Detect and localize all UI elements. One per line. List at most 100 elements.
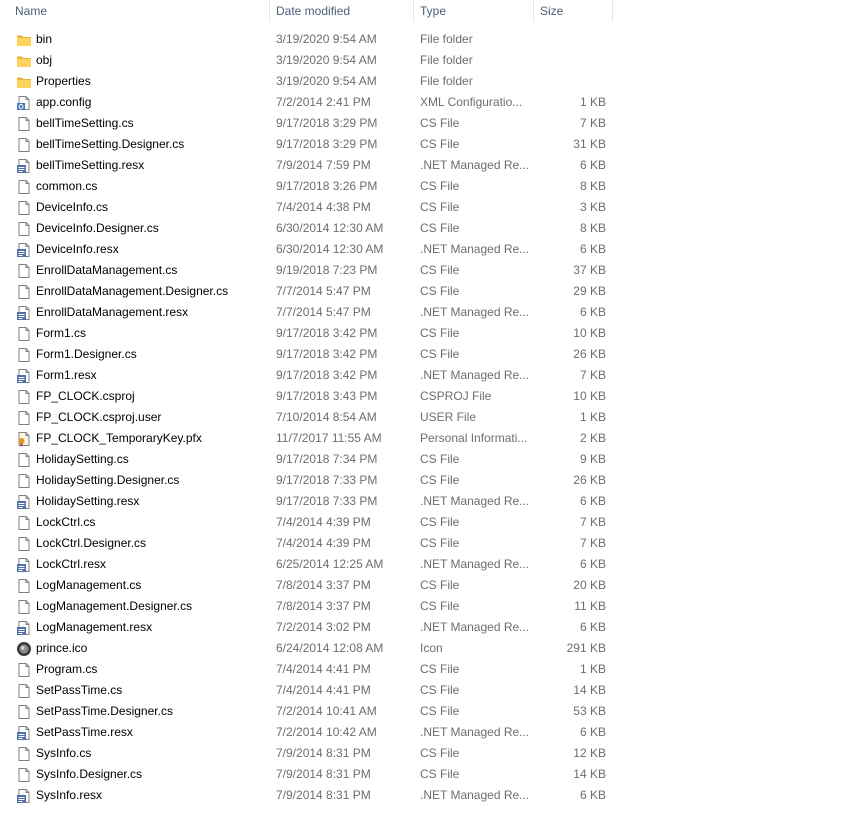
- file-type: CS File: [420, 452, 460, 466]
- file-name: EnrollDataManagement.resx: [36, 305, 189, 319]
- file-type: .NET Managed Re...: [420, 368, 528, 382]
- file-size: 26 KB: [573, 473, 606, 487]
- resx-file-icon: [16, 158, 32, 174]
- file-name: LockCtrl.resx: [36, 557, 107, 571]
- file-date-modified: 9/17/2018 3:43 PM: [276, 389, 378, 403]
- document-icon: [16, 599, 32, 615]
- file-row[interactable]: Form1.cs 9/17/2018 3:42 PM CS File 10 KB: [0, 323, 614, 344]
- file-row[interactable]: LogManagement.cs 7/8/2014 3:37 PM CS File 2…: [0, 575, 614, 596]
- file-type: CS File: [420, 683, 460, 697]
- file-size: 37 KB: [573, 263, 606, 277]
- file-date-modified: 7/9/2014 7:59 PM: [276, 158, 371, 172]
- document-icon: [16, 326, 32, 342]
- document-icon: [16, 515, 32, 531]
- file-row[interactable]: EnrollDataManagement.Designer.cs 7/7/2014…: [0, 281, 614, 302]
- document-icon: [16, 767, 32, 783]
- document-icon: [16, 704, 32, 720]
- file-type: CS File: [420, 326, 460, 340]
- column-header-type[interactable]: Type: [415, 0, 533, 22]
- resx-file-icon: [16, 557, 32, 573]
- column-divider[interactable]: [269, 0, 270, 22]
- column-divider[interactable]: [612, 0, 613, 22]
- file-row[interactable]: LogManagement.resx 7/2/2014 3:02 PM .NET M…: [0, 617, 614, 638]
- file-row[interactable]: LockCtrl.resx 6/25/2014 12:25 AM .NET Mana…: [0, 554, 614, 575]
- file-date-modified: 7/2/2014 10:41 AM: [276, 704, 377, 718]
- file-row[interactable]: SetPassTime.cs 7/4/2014 4:41 PM CS File 14 …: [0, 680, 614, 701]
- file-type: CS File: [420, 662, 460, 676]
- file-date-modified: 7/4/2014 4:41 PM: [276, 662, 371, 676]
- file-date-modified: 7/7/2014 5:47 PM: [276, 305, 371, 319]
- column-header-date-modified[interactable]: Date modified: [271, 0, 413, 22]
- file-size: 6 KB: [579, 158, 606, 172]
- file-row[interactable]: bellTimeSetting.resx 7/9/2014 7:59 PM .NET…: [0, 155, 614, 176]
- file-row[interactable]: DeviceInfo.Designer.cs 6/30/2014 12:30 AM…: [0, 218, 614, 239]
- resx-file-icon: [16, 242, 32, 258]
- file-type: .NET Managed Re...: [420, 158, 528, 172]
- file-date-modified: 9/17/2018 7:34 PM: [276, 452, 378, 466]
- file-row[interactable]: FP_CLOCK.csproj 9/17/2018 3:43 PM CSPROJ F…: [0, 386, 614, 407]
- file-row[interactable]: Form1.Designer.cs 9/17/2018 3:42 PM CS Fil…: [0, 344, 614, 365]
- file-row[interactable]: LockCtrl.cs 7/4/2014 4:39 PM CS File 7 KB: [0, 512, 614, 533]
- file-row[interactable]: bellTimeSetting.Designer.cs 9/17/2018 3:2…: [0, 134, 614, 155]
- document-icon: [16, 452, 32, 468]
- file-date-modified: 9/17/2018 3:42 PM: [276, 326, 378, 340]
- file-size: 6 KB: [579, 620, 606, 634]
- file-row[interactable]: prince.ico 6/24/2014 12:08 AM Icon 291 KB: [0, 638, 614, 659]
- file-row[interactable]: SysInfo.cs 7/9/2014 8:31 PM CS File 12 KB: [0, 743, 614, 764]
- file-row[interactable]: SysInfo.Designer.cs 7/9/2014 8:31 PM CS Fi…: [0, 764, 614, 785]
- file-row[interactable]: Properties 3/19/2020 9:54 AM File folder: [0, 71, 614, 92]
- file-date-modified: 11/7/2017 11:55 AM: [276, 431, 382, 445]
- column-divider[interactable]: [413, 0, 414, 22]
- file-row[interactable]: HolidaySetting.Designer.cs 9/17/2018 7:33…: [0, 470, 614, 491]
- file-type: CS File: [420, 578, 460, 592]
- file-row[interactable]: EnrollDataManagement.resx 7/7/2014 5:47 P…: [0, 302, 614, 323]
- column-header-name[interactable]: Name: [10, 0, 269, 22]
- file-name: SetPassTime.resx: [36, 725, 133, 739]
- file-row[interactable]: obj 3/19/2020 9:54 AM File folder: [0, 50, 614, 71]
- file-date-modified: 7/10/2014 8:54 AM: [276, 410, 377, 424]
- file-date-modified: 6/30/2014 12:30 AM: [276, 221, 384, 235]
- file-name: EnrollDataManagement.cs: [36, 263, 178, 277]
- resx-file-icon: [16, 788, 32, 804]
- file-row[interactable]: Form1.resx 9/17/2018 3:42 PM .NET Managed …: [0, 365, 614, 386]
- file-date-modified: 9/17/2018 3:42 PM: [276, 368, 378, 382]
- file-name: bin: [36, 32, 53, 46]
- file-name: LockCtrl.cs: [36, 515, 96, 529]
- column-header-size[interactable]: Size: [535, 0, 612, 22]
- file-row[interactable]: SysInfo.resx 7/9/2014 8:31 PM .NET Managed…: [0, 785, 614, 806]
- document-icon: [16, 200, 32, 216]
- file-row[interactable]: EnrollDataManagement.cs 9/19/2018 7:23 PM…: [0, 260, 614, 281]
- file-row[interactable]: common.cs 9/17/2018 3:26 PM CS File 8 KB: [0, 176, 614, 197]
- file-row[interactable]: LogManagement.Designer.cs 7/8/2014 3:37 P…: [0, 596, 614, 617]
- file-row[interactable]: bellTimeSetting.cs 9/17/2018 3:29 PM CS Fi…: [0, 113, 614, 134]
- file-type: CS File: [420, 767, 460, 781]
- file-row[interactable]: HolidaySetting.cs 9/17/2018 7:34 PM CS Fil…: [0, 449, 614, 470]
- file-row[interactable]: HolidaySetting.resx 9/17/2018 7:33 PM .NET…: [0, 491, 614, 512]
- file-size: 11 KB: [574, 599, 606, 613]
- document-icon: [16, 389, 32, 405]
- file-date-modified: 6/25/2014 12:25 AM: [276, 557, 384, 571]
- file-size: 6 KB: [579, 557, 606, 571]
- file-row[interactable]: LockCtrl.Designer.cs 7/4/2014 4:39 PM CS F…: [0, 533, 614, 554]
- file-row[interactable]: FP_CLOCK_TemporaryKey.pfx 11/7/2017 11:55…: [0, 428, 614, 449]
- file-name: bellTimeSetting.cs: [36, 116, 134, 130]
- file-size: 14 KB: [573, 767, 606, 781]
- file-row[interactable]: SetPassTime.Designer.cs 7/2/2014 10:41 AM…: [0, 701, 614, 722]
- file-row[interactable]: Program.cs 7/4/2014 4:41 PM CS File 1 KB: [0, 659, 614, 680]
- column-divider[interactable]: [533, 0, 534, 22]
- document-icon: [16, 347, 32, 363]
- file-name: HolidaySetting.cs: [36, 452, 129, 466]
- file-type: CS File: [420, 221, 460, 235]
- file-row[interactable]: SetPassTime.resx 7/2/2014 10:42 AM .NET Ma…: [0, 722, 614, 743]
- resx-file-icon: [16, 725, 32, 741]
- file-row[interactable]: bin 3/19/2020 9:54 AM File folder: [0, 29, 614, 50]
- file-type: Icon: [420, 641, 443, 655]
- file-row[interactable]: DeviceInfo.resx 6/30/2014 12:30 AM .NET Ma…: [0, 239, 614, 260]
- file-type: CS File: [420, 179, 460, 193]
- file-type: CS File: [420, 515, 460, 529]
- file-row[interactable]: FP_CLOCK.csproj.user 7/10/2014 8:54 AM USE…: [0, 407, 614, 428]
- file-row[interactable]: app.config 7/2/2014 2:41 PM XML Configurat…: [0, 92, 614, 113]
- file-date-modified: 7/9/2014 8:31 PM: [276, 788, 371, 802]
- file-size: 6 KB: [579, 788, 606, 802]
- file-row[interactable]: DeviceInfo.cs 7/4/2014 4:38 PM CS File 3 KB: [0, 197, 614, 218]
